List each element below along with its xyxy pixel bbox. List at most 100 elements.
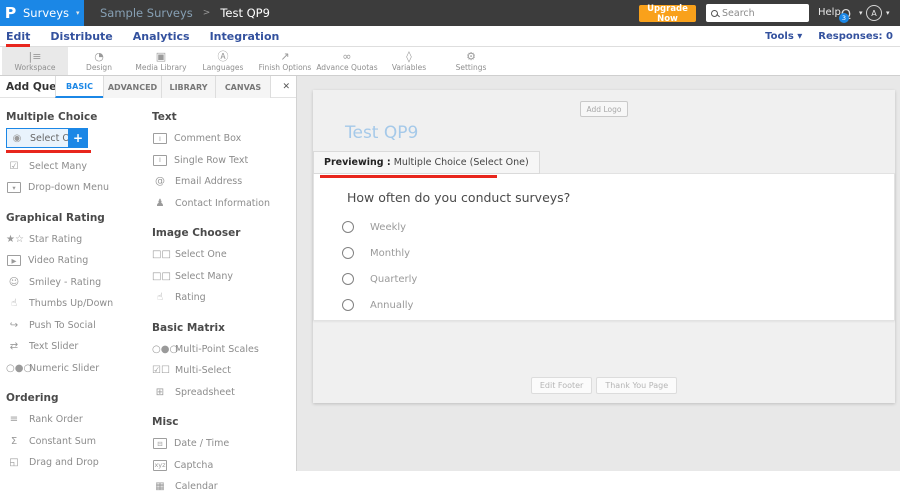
- media-library-icon: ▣: [156, 51, 166, 62]
- previewing-label: Previewing :: [324, 157, 391, 168]
- question-type-label: Calendar: [175, 481, 218, 492]
- languages-icon: Ⓐ: [218, 51, 229, 62]
- constant-sum-icon: Σ: [6, 436, 22, 447]
- question-type-email-address[interactable]: @Email Address: [152, 171, 294, 193]
- option-annually[interactable]: Annually: [342, 292, 417, 318]
- responses-count-link[interactable]: Responses: 0: [818, 31, 893, 42]
- nav-item-edit[interactable]: Edit: [6, 30, 30, 43]
- star-rating-icon: ★☆: [6, 234, 22, 245]
- question-type-label: Email Address: [175, 176, 242, 187]
- avatar[interactable]: A: [866, 5, 882, 21]
- global-search[interactable]: [706, 4, 809, 22]
- question-types-column-1: Multiple Choice ◉Select One+ ☑Select Many▾…: [6, 98, 148, 474]
- toolbar-languages[interactable]: ⒶLanguages: [192, 47, 254, 75]
- thank-you-page-button[interactable]: Thank You Page: [596, 377, 677, 394]
- question-type-drag-and-drop[interactable]: ◱Drag and Drop: [6, 452, 148, 474]
- question-type-drop-down-menu[interactable]: ▾Drop-down Menu: [6, 177, 148, 199]
- tab-basic[interactable]: BASIC: [55, 76, 103, 98]
- previewing-value: Multiple Choice (Select One): [394, 157, 529, 168]
- close-icon[interactable]: ✕: [282, 76, 290, 98]
- logo-product-menu[interactable]: P Surveys ▾: [0, 0, 84, 26]
- option-quarterly[interactable]: Quarterly: [342, 266, 417, 292]
- chevron-down-icon[interactable]: ▾: [859, 9, 863, 17]
- search-input[interactable]: [722, 8, 804, 19]
- toolbar-variables[interactable]: ◊Variables: [378, 47, 440, 75]
- rating-icon: ☝: [152, 292, 168, 303]
- add-question-plus-button[interactable]: +: [68, 128, 88, 148]
- notifications-button[interactable]: Ω 3: [841, 4, 857, 22]
- question-type-push-to-social[interactable]: ↪Push To Social: [6, 315, 148, 337]
- chevron-down-icon: ▾: [76, 9, 80, 17]
- thumbs-up-down-icon: ☝: [6, 298, 22, 309]
- question-type-select-one-selected[interactable]: ◉Select One+: [6, 128, 88, 148]
- question-type-contact-information[interactable]: ♟Contact Information: [152, 193, 294, 215]
- nav-item-integration[interactable]: Integration: [210, 30, 280, 43]
- upgrade-now-button[interactable]: Upgrade Now: [639, 5, 696, 22]
- question-type-label: Select One: [175, 249, 227, 260]
- toolbar-design[interactable]: ◔Design: [68, 47, 130, 75]
- nav-right-group: Tools ▾ Responses: 0: [765, 26, 893, 46]
- add-logo-button[interactable]: Add Logo: [580, 101, 628, 117]
- select-one-icon: ◉: [9, 133, 25, 144]
- questionpro-logo-icon: P: [5, 4, 17, 22]
- radio-icon[interactable]: [342, 299, 354, 311]
- question-type-comment-box[interactable]: IComment Box: [152, 128, 294, 150]
- toolbar-advance-quotas[interactable]: ∞Advance Quotas: [316, 47, 378, 75]
- toolbar-workspace[interactable]: |≡Workspace: [2, 47, 68, 75]
- spreadsheet-icon: ⊞: [152, 387, 168, 398]
- question-type-select-many[interactable]: □□Select Many: [152, 266, 294, 288]
- multi-point-scales-icon: ○●○: [152, 344, 168, 355]
- question-type-rating[interactable]: ☝Rating: [152, 287, 294, 309]
- nav-item-distribute[interactable]: Distribute: [50, 30, 112, 43]
- question-type-star-rating[interactable]: ★☆Star Rating: [6, 229, 148, 251]
- question-text[interactable]: How often do you conduct surveys?: [347, 190, 570, 205]
- question-type-select-many[interactable]: ☑Select Many: [6, 156, 148, 178]
- chevron-down-icon[interactable]: ▾: [886, 9, 890, 17]
- toolbar-label: Design: [86, 63, 112, 72]
- tab-canvas[interactable]: CANVAS: [215, 76, 271, 98]
- question-type-calendar[interactable]: ▦ Calendar: [152, 476, 294, 498]
- section-title-multiple-choice: Multiple Choice: [6, 111, 148, 123]
- toolbar-settings[interactable]: ⚙Settings: [440, 47, 502, 75]
- survey-title[interactable]: Test QP9: [345, 123, 418, 143]
- question-type-thumbs-up-down[interactable]: ☝Thumbs Up/Down: [6, 293, 148, 315]
- question-type-multi-point-scales[interactable]: ○●○ Multi-Point Scales: [152, 339, 294, 361]
- nav-item-analytics[interactable]: Analytics: [133, 30, 190, 43]
- edit-footer-button[interactable]: Edit Footer: [531, 377, 593, 394]
- option-monthly[interactable]: Monthly: [342, 240, 417, 266]
- tab-advanced[interactable]: ADVANCED: [103, 76, 161, 98]
- question-type-single-row-text[interactable]: ISingle Row Text: [152, 150, 294, 172]
- question-type-select-one[interactable]: □□Select One: [152, 244, 294, 266]
- question-type-smiley-rating[interactable]: ☺Smiley - Rating: [6, 272, 148, 294]
- tab-library[interactable]: LIBRARY: [161, 76, 215, 98]
- question-type-multi-select[interactable]: ☑☐Multi-Select: [152, 360, 294, 382]
- question-type-date-time[interactable]: ⊟Date / Time: [152, 433, 294, 455]
- question-type-text-slider[interactable]: ⇄Text Slider: [6, 336, 148, 358]
- question-type-spreadsheet[interactable]: ⊞Spreadsheet: [152, 382, 294, 404]
- toolbar-finish-options[interactable]: ↗Finish Options: [254, 47, 316, 75]
- tools-menu[interactable]: Tools ▾: [765, 31, 802, 42]
- section-title-image-chooser: Image Chooser: [152, 227, 294, 239]
- radio-icon[interactable]: [342, 273, 354, 285]
- question-type-rank-order[interactable]: ≡Rank Order: [6, 409, 148, 431]
- question-type-video-rating[interactable]: ▶Video Rating: [6, 250, 148, 272]
- question-preview-card: How often do you conduct surveys? Weekly…: [313, 173, 895, 321]
- toolbar-label: Media Library: [135, 63, 186, 72]
- question-type-label: Multi-Select: [175, 365, 231, 376]
- help-link[interactable]: Help: [818, 7, 841, 18]
- question-type-label: Multi-Point Scales: [175, 344, 259, 355]
- toolbar-media-library[interactable]: ▣Media Library: [130, 47, 192, 75]
- finish-options-icon: ↗: [280, 51, 289, 62]
- radio-icon[interactable]: [342, 221, 354, 233]
- option-weekly[interactable]: Weekly: [342, 214, 417, 240]
- question-type-captcha[interactable]: xyzCaptcha: [152, 455, 294, 477]
- question-type-label: Constant Sum: [29, 436, 96, 447]
- question-type-numeric-slider[interactable]: ○●○Numeric Slider: [6, 358, 148, 380]
- calendar-icon: ▦: [152, 481, 168, 492]
- variables-icon: ◊: [406, 51, 411, 62]
- question-types-column-2: TextIComment BoxISingle Row Text@Email A…: [152, 98, 294, 498]
- question-type-label: Drop-down Menu: [28, 182, 109, 193]
- breadcrumb-parent[interactable]: Sample Surveys: [100, 6, 193, 20]
- question-type-constant-sum[interactable]: Σ Constant Sum: [6, 431, 148, 453]
- radio-icon[interactable]: [342, 247, 354, 259]
